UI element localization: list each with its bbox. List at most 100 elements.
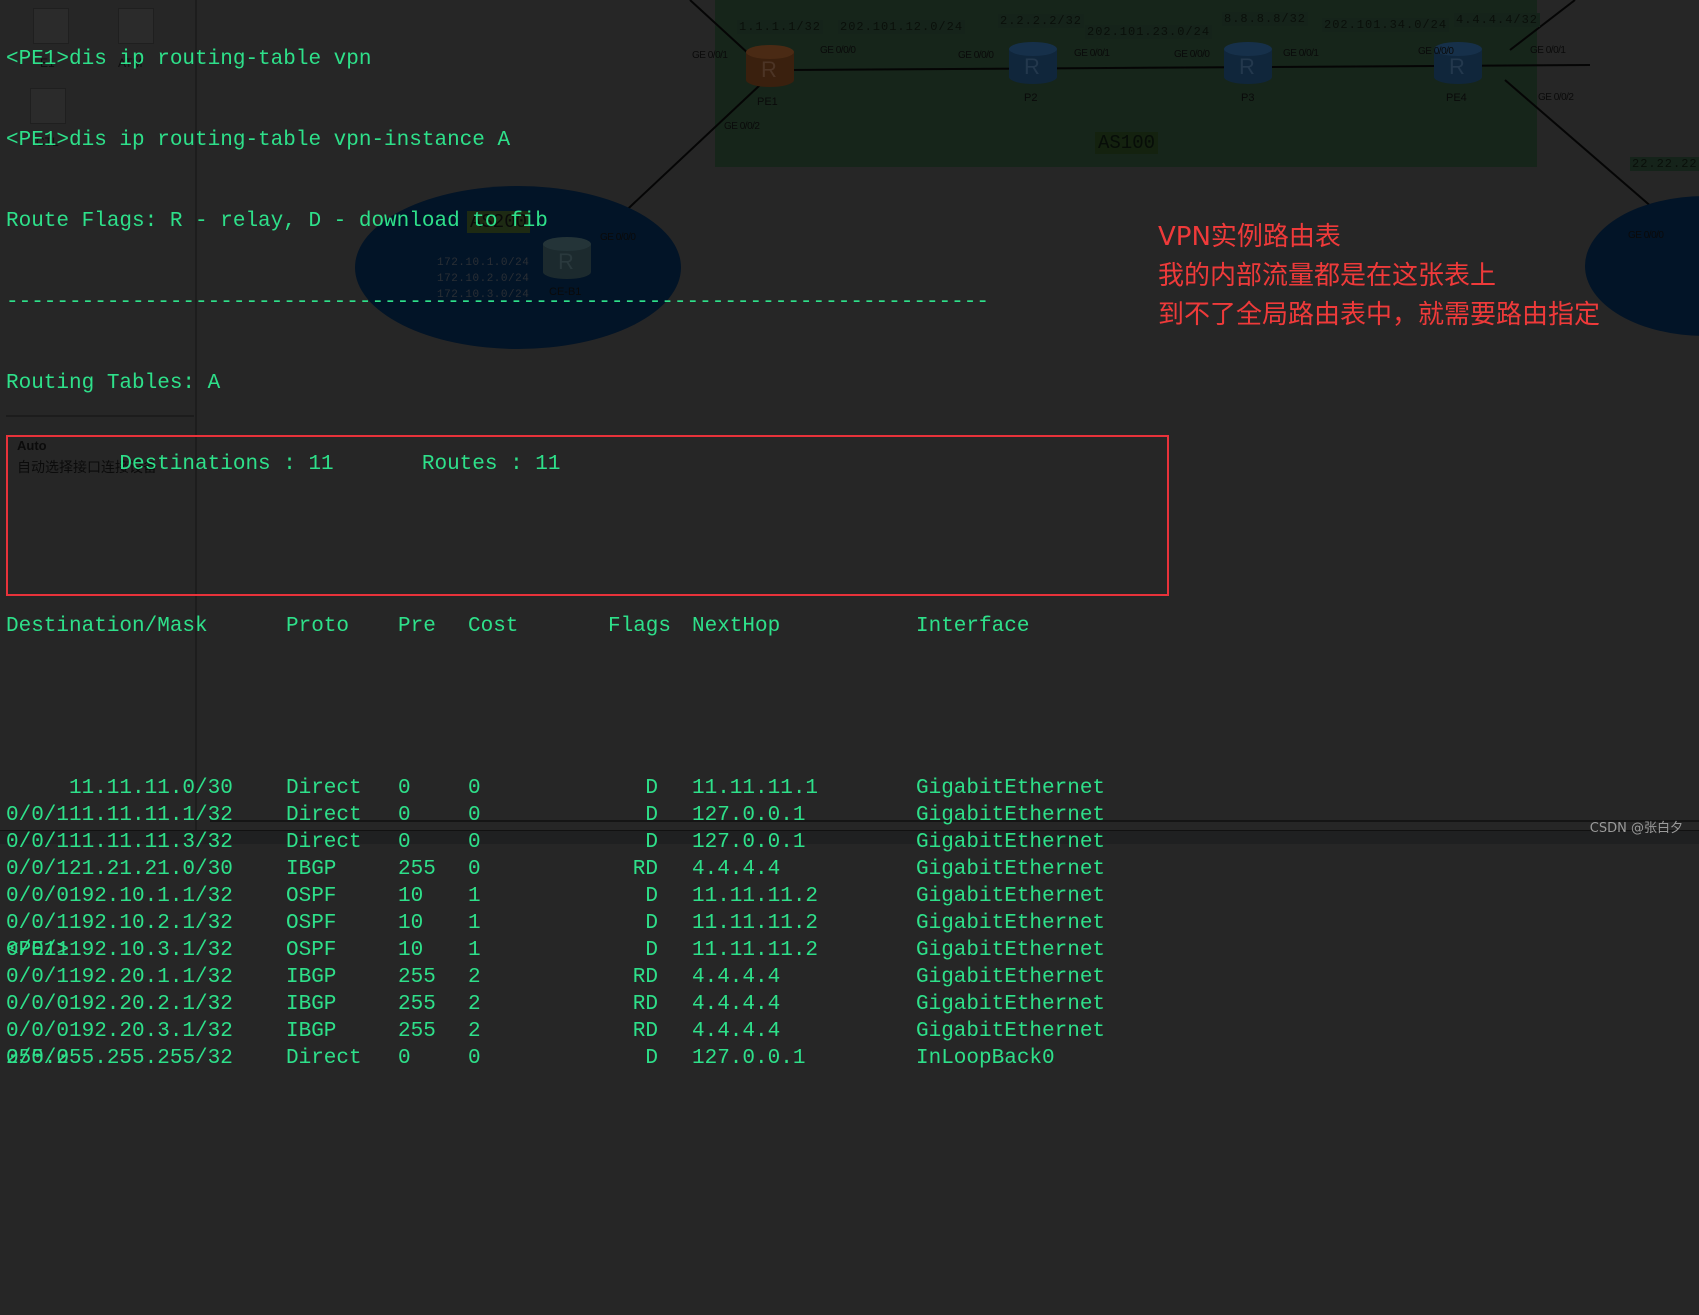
route-destination: 255.255.255.255/32 <box>6 1047 233 1070</box>
route-nexthop: 11.11.11.2 <box>692 939 819 962</box>
link-23-label: 202.101.23.0/24 <box>1085 25 1213 39</box>
route-row: 192.20.3.1/32 IBGP 255 2 RD 4.4.4.4 Giga… <box>6 1018 1105 1070</box>
right-ip-label: 22.22.22. <box>1630 157 1699 171</box>
route-flags: RD <box>632 993 659 1016</box>
route-cost: 0 <box>468 858 481 881</box>
route-destination: 192.10.1.1/32 <box>69 885 233 908</box>
route-flags: RD <box>632 966 659 989</box>
route-cost: 2 <box>468 993 481 1016</box>
p3-ge001-label: GE 0/0/1 <box>1283 48 1319 59</box>
route-row: 192.10.2.1/32 OSPF 10 1 D 11.11.11.2 Gig… <box>6 910 1105 962</box>
p3-ge000-label: GE 0/0/0 <box>1174 49 1210 60</box>
route-proto: IBGP <box>286 858 337 881</box>
p3-loopback-label: 8.8.8.8/32 <box>1222 12 1309 26</box>
route-flags: RD <box>632 1020 659 1043</box>
route-row: 255.255.255.255/32 Direct 0 0 D 127.0.0.… <box>6 1045 1055 1072</box>
ospf-routes-highlight-box <box>6 435 1169 596</box>
route-interface: InLoopBack0 <box>916 1047 1055 1070</box>
route-interface: GigabitEthernet <box>916 1020 1106 1043</box>
route-nexthop: 11.11.11.2 <box>692 885 819 908</box>
route-preference: 10 <box>398 939 424 962</box>
col-interface: Interface <box>916 615 1030 638</box>
route-proto: IBGP <box>286 966 337 989</box>
route-flags: D <box>645 885 658 908</box>
route-destination: 192.10.3.1/32 <box>69 939 233 962</box>
route-table-body: 11.11.11.0/30 Direct 0 0 D 11.11.11.1 Gi… <box>6 775 1105 1070</box>
route-row: 11.11.11.0/30 Direct 0 0 D 11.11.11.1 Gi… <box>6 775 1105 827</box>
annotation-note: VPN实例路由表 我的内部流量都是在这张表上 到不了全局路由表中，就需要路由指定 <box>1158 218 1600 335</box>
route-cost: 0 <box>468 804 481 827</box>
route-destination: 11.11.11.1/32 <box>69 804 233 827</box>
pe4-loopback-label: 4.4.4.4/32 <box>1454 13 1541 27</box>
route-proto: Direct <box>286 1047 362 1070</box>
route-preference: 0 <box>398 777 411 800</box>
route-nexthop: 4.4.4.4 <box>692 1020 781 1043</box>
link-34-label: 202.101.34.0/24 <box>1322 18 1450 32</box>
router-p3[interactable]: R <box>1224 42 1272 84</box>
route-nexthop: 11.11.11.2 <box>692 912 819 935</box>
route-interface: GigabitEthernet <box>916 993 1106 1016</box>
route-cost: 1 <box>468 939 481 962</box>
col-pre: Pre <box>398 615 436 638</box>
route-cost: 2 <box>468 966 481 989</box>
router-p2-label: P2 <box>1024 92 1038 104</box>
route-nexthop: 11.11.11.1 <box>692 777 819 800</box>
route-interface: GigabitEthernet <box>916 858 1106 881</box>
route-cost: 2 <box>468 1020 481 1043</box>
route-proto: Direct <box>286 777 362 800</box>
route-flags: RD <box>632 858 659 881</box>
route-proto: OSPF <box>286 939 337 962</box>
route-interface: GigabitEthernet <box>916 804 1106 827</box>
route-interface: GigabitEthernet <box>916 777 1106 800</box>
route-row: 192.10.1.1/32 OSPF 10 1 D 11.11.11.2 Gig… <box>6 883 1105 935</box>
route-proto: IBGP <box>286 993 337 1016</box>
route-row: 192.20.1.1/32 IBGP 255 2 RD 4.4.4.4 Giga… <box>6 964 1105 1016</box>
col-nexthop: NextHop <box>692 615 781 638</box>
separator-line: ----------------------------------------… <box>6 291 989 314</box>
router-p3-label: P3 <box>1241 92 1255 104</box>
route-proto: IBGP <box>286 1020 337 1043</box>
route-nexthop: 127.0.0.1 <box>692 1047 806 1070</box>
route-row: 11.11.11.1/32 Direct 0 0 D 127.0.0.1 Gig… <box>6 802 1105 854</box>
route-preference: 10 <box>398 885 424 908</box>
route-destination: 192.20.2.1/32 <box>69 993 233 1016</box>
router-pe4-label: PE4 <box>1446 92 1467 104</box>
route-interface: GigabitEthernet <box>916 939 1106 962</box>
route-cost: 1 <box>468 912 481 935</box>
col-flags: Flags <box>608 615 672 638</box>
pe4-ge001-label: GE 0/0/1 <box>1530 45 1566 56</box>
table-header: Destination/Mask Proto Pre Cost Flags Ne… <box>6 613 1029 640</box>
route-destination: 192.10.2.1/32 <box>69 912 233 935</box>
route-row: 192.10.3.1/32 OSPF 10 1 D 11.11.11.2 Gig… <box>6 937 1105 989</box>
route-preference: 10 <box>398 912 424 935</box>
router-p2[interactable]: R <box>1009 42 1057 84</box>
route-preference: 255 <box>398 1020 436 1043</box>
pe4-ge002-label: GE 0/0/2 <box>1538 92 1574 103</box>
route-flags: D <box>645 939 658 962</box>
route-destination: 192.20.3.1/32 <box>69 1020 233 1043</box>
annotation-line-1: VPN实例路由表 <box>1158 222 1341 252</box>
route-row: 192.20.2.1/32 IBGP 255 2 RD 4.4.4.4 Giga… <box>6 991 1105 1043</box>
route-cost: 1 <box>468 885 481 908</box>
p2-ge001-label: GE 0/0/1 <box>1074 48 1110 59</box>
route-nexthop: 4.4.4.4 <box>692 858 781 881</box>
route-proto: OSPF <box>286 912 337 935</box>
route-preference: 255 <box>398 993 436 1016</box>
route-flags: D <box>645 912 658 935</box>
p2-loopback-label: 2.2.2.2/32 <box>998 14 1085 28</box>
route-flags-legend: Route Flags: R - relay, D - download to … <box>6 210 548 233</box>
route-interface: GigabitEthernet <box>916 885 1106 908</box>
route-destination: 192.20.1.1/32 <box>69 966 233 989</box>
route-cost: 0 <box>468 1047 481 1070</box>
route-cost: 0 <box>468 777 481 800</box>
route-destination: 21.21.21.0/30 <box>69 858 233 881</box>
col-cost: Cost <box>468 615 519 638</box>
route-preference: 255 <box>398 966 436 989</box>
route-interface: GigabitEthernet <box>916 912 1106 935</box>
route-nexthop: 4.4.4.4 <box>692 966 781 989</box>
route-proto: Direct <box>286 804 362 827</box>
route-flags: D <box>645 777 658 800</box>
pe4-ge000-label: GE 0/0/0 <box>1418 46 1454 57</box>
route-preference: 255 <box>398 858 436 881</box>
route-nexthop: 127.0.0.1 <box>692 804 806 827</box>
